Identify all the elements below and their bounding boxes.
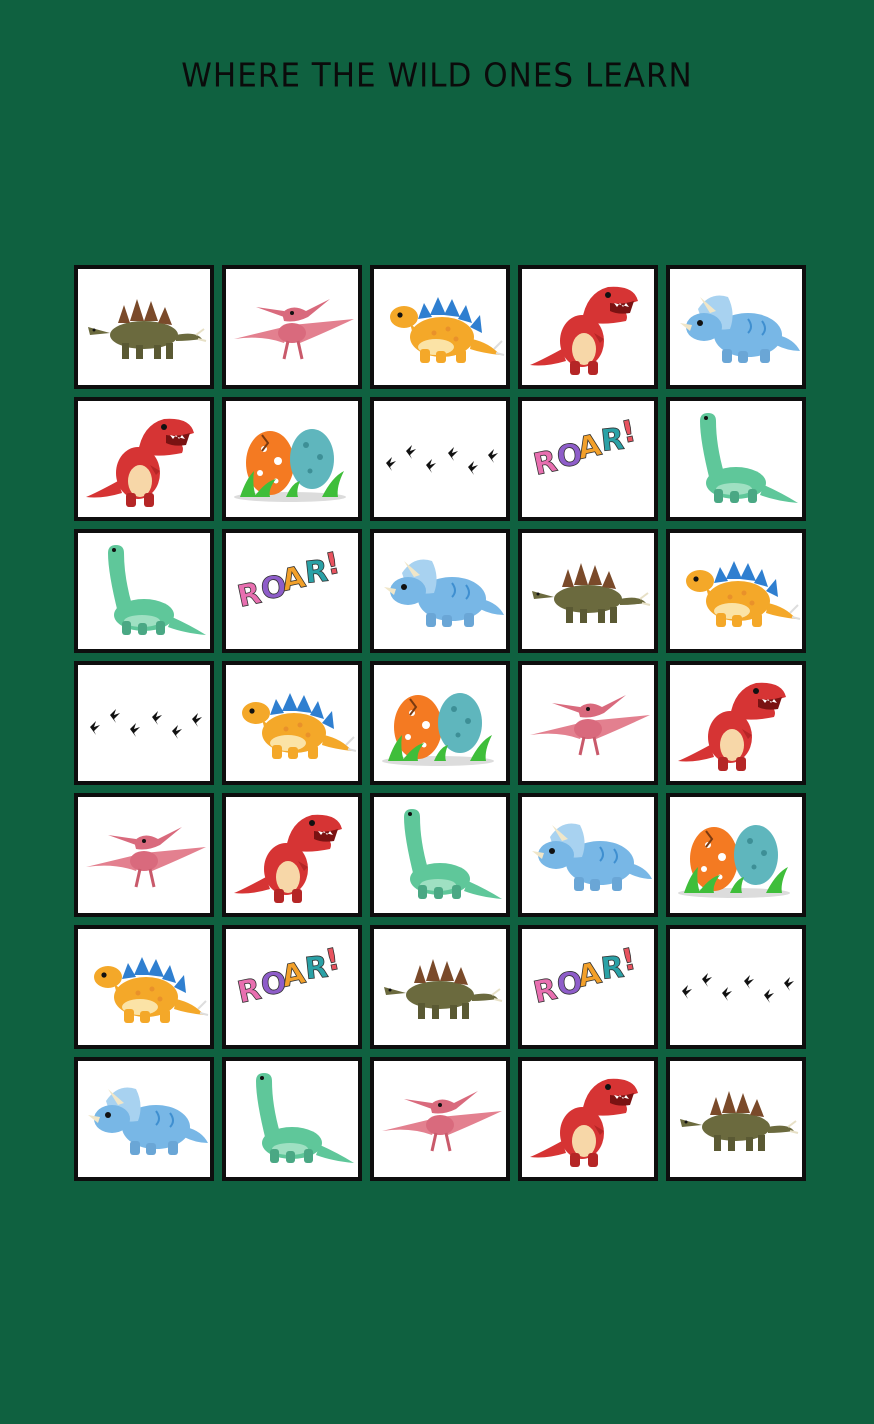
triceratops-icon (680, 295, 800, 363)
dino-eggs-icon (234, 429, 346, 502)
memory-card-dino-eggs[interactable] (666, 793, 806, 917)
pterodactyl-icon (530, 695, 650, 756)
memory-card-t-rex[interactable] (666, 661, 806, 785)
footprints-icon (682, 973, 794, 1003)
memory-card-stegosaurus[interactable] (518, 529, 658, 653)
memory-card-pterodactyl[interactable] (74, 793, 214, 917)
roar-text-icon: ROAR! (530, 413, 639, 483)
dino-eggs-icon (382, 693, 494, 766)
memory-card-yellow-stegosaurus[interactable] (222, 661, 362, 785)
stegosaurus-icon (532, 563, 651, 623)
memory-card-t-rex[interactable] (222, 793, 362, 917)
memory-card-footprints[interactable] (666, 925, 806, 1049)
footprints-icon (386, 445, 498, 475)
memory-card-triceratops[interactable] (518, 793, 658, 917)
t-rex-icon (86, 418, 194, 507)
stegosaurus-icon (680, 1091, 799, 1151)
memory-card-yellow-stegosaurus[interactable] (666, 529, 806, 653)
memory-card-footprints[interactable] (74, 661, 214, 785)
triceratops-icon (384, 559, 504, 627)
memory-card-brachiosaurus[interactable] (74, 529, 214, 653)
memory-card-yellow-stegosaurus[interactable] (74, 925, 214, 1049)
roar-text-icon: ROAR! (530, 941, 639, 1011)
yellow-stegosaurus-icon (242, 693, 357, 759)
memory-card-brachiosaurus[interactable] (666, 397, 806, 521)
memory-card-brachiosaurus[interactable] (370, 793, 510, 917)
brachiosaurus-icon (108, 545, 206, 635)
memory-card-yellow-stegosaurus[interactable] (370, 265, 510, 389)
footprints-icon (90, 709, 202, 739)
memory-card-roar-text[interactable]: R O A R! (518, 925, 658, 1049)
pterodactyl-icon (234, 299, 354, 360)
memory-card-dino-eggs[interactable] (370, 661, 510, 785)
memory-card-t-rex[interactable] (518, 265, 658, 389)
memory-card-roar-text[interactable]: R O A R! (222, 925, 362, 1049)
stegosaurus-icon (88, 299, 207, 359)
yellow-stegosaurus-icon (94, 957, 209, 1023)
brachiosaurus-icon (404, 809, 502, 899)
memory-card-t-rex[interactable] (518, 1057, 658, 1181)
memory-card-stegosaurus[interactable] (370, 925, 510, 1049)
pterodactyl-icon (382, 1091, 502, 1152)
t-rex-icon (678, 682, 786, 771)
memory-card-brachiosaurus[interactable] (222, 1057, 362, 1181)
page-title: WHERE THE WILD ONES LEARN (181, 57, 693, 95)
memory-card-stegosaurus[interactable] (74, 265, 214, 389)
memory-card-footprints[interactable] (370, 397, 510, 521)
memory-card-grid: R O A R! R O A R! R O A R ! R O A R ! (74, 265, 806, 1181)
memory-card-roar-text[interactable]: R O A R! (518, 397, 658, 521)
t-rex-icon (530, 286, 638, 375)
memory-card-stegosaurus[interactable] (666, 1057, 806, 1181)
memory-card-pterodactyl[interactable] (370, 1057, 510, 1181)
roar-text-icon: ROAR! (234, 545, 343, 615)
memory-card-triceratops[interactable] (74, 1057, 214, 1181)
t-rex-icon (234, 814, 342, 903)
stegosaurus-icon (384, 959, 503, 1019)
memory-card-dino-eggs[interactable] (222, 397, 362, 521)
memory-card-pterodactyl[interactable] (222, 265, 362, 389)
triceratops-icon (532, 823, 652, 891)
brachiosaurus-icon (256, 1073, 354, 1163)
roar-text-icon: ROAR! (234, 941, 343, 1011)
memory-card-triceratops[interactable] (666, 265, 806, 389)
memory-card-t-rex[interactable] (74, 397, 214, 521)
t-rex-icon (530, 1078, 638, 1167)
pterodactyl-icon (86, 827, 206, 888)
yellow-stegosaurus-icon (686, 561, 801, 627)
brachiosaurus-icon (700, 413, 798, 503)
memory-card-triceratops[interactable] (370, 529, 510, 653)
memory-card-pterodactyl[interactable] (518, 661, 658, 785)
triceratops-icon (88, 1087, 208, 1155)
dino-eggs-icon (678, 825, 790, 898)
memory-card-roar-text[interactable]: R O A R! (222, 529, 362, 653)
yellow-stegosaurus-icon (390, 297, 505, 363)
